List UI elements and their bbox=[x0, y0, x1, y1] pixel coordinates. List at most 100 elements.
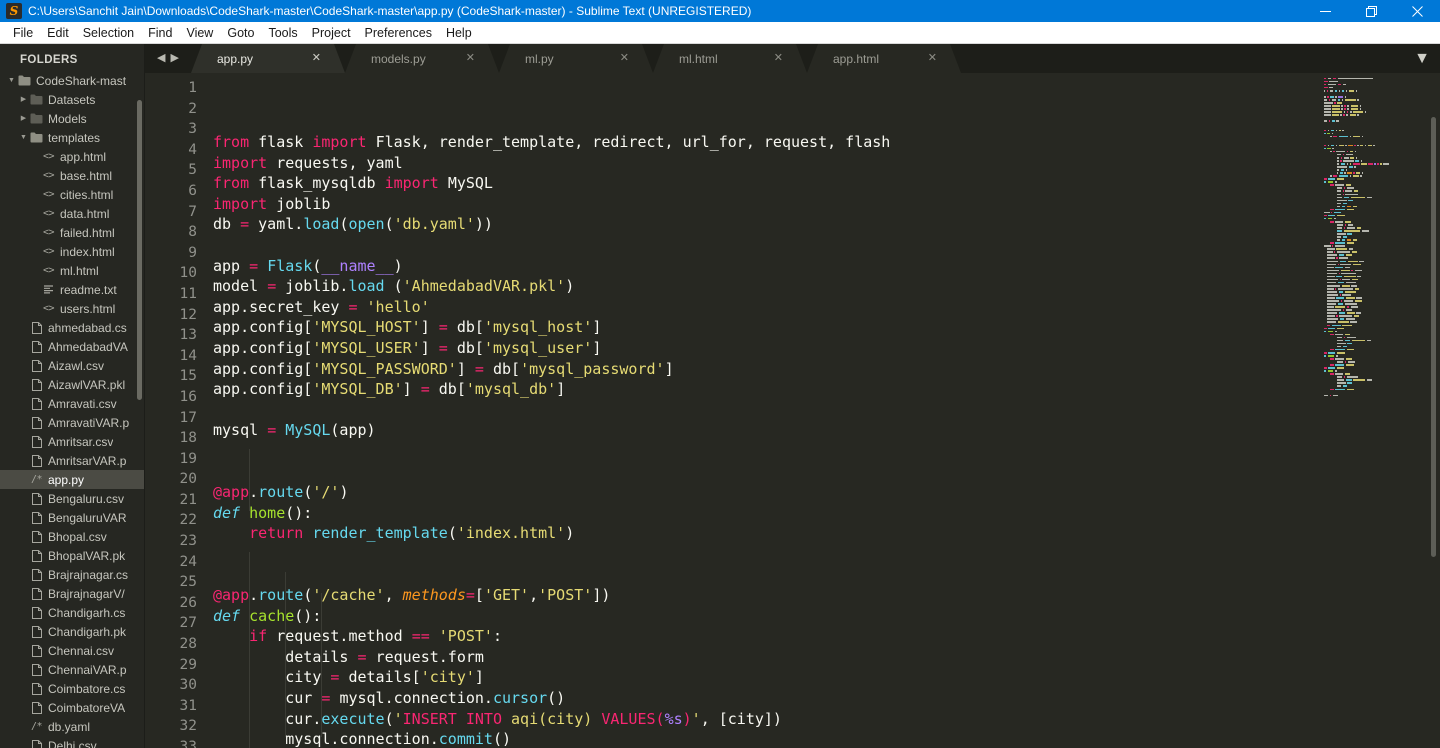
restore-icon[interactable] bbox=[1348, 0, 1394, 22]
sidebar-item-coimbatore-cs[interactable]: Coimbatore.cs bbox=[0, 679, 145, 698]
html-icon: <> bbox=[42, 246, 55, 257]
line-number: 23 bbox=[179, 533, 197, 550]
sidebar-item-index-html[interactable]: <> index.html bbox=[0, 242, 145, 261]
sidebar-scrollbar[interactable] bbox=[137, 100, 142, 400]
minimize-icon[interactable] bbox=[1302, 0, 1348, 22]
sidebar-item-aizawlvar-pkl[interactable]: AizawlVAR.pkl bbox=[0, 375, 145, 394]
sidebar-item-templates[interactable]: ▼ templates bbox=[0, 128, 145, 147]
menu-item-edit[interactable]: Edit bbox=[40, 24, 76, 42]
sidebar-item-chandigarh-cs[interactable]: Chandigarh.cs bbox=[0, 603, 145, 622]
code-line: mysql = MySQL(app) bbox=[213, 421, 376, 440]
sidebar-item-db-yaml[interactable]: /* db.yaml bbox=[0, 717, 145, 736]
menu-item-file[interactable]: File bbox=[6, 24, 40, 42]
code-line: app.secret_key = 'hello' bbox=[213, 297, 430, 316]
sidebar-item-datasets[interactable]: ▶ Datasets bbox=[0, 90, 145, 109]
sidebar-item-amravativar-p[interactable]: AmravatiVAR.p bbox=[0, 413, 145, 432]
sidebar-item-label: Coimbatore.cs bbox=[48, 681, 126, 696]
sidebar-item-coimbatoreva[interactable]: CoimbatoreVA bbox=[0, 698, 145, 717]
sidebar-item-models[interactable]: ▶ Models bbox=[0, 109, 145, 128]
sidebar-item-amritsarvar-p[interactable]: AmritsarVAR.p bbox=[0, 451, 145, 470]
tab-app-py[interactable]: app.py ✕ bbox=[191, 44, 345, 73]
sidebar-item-app-html[interactable]: <> app.html bbox=[0, 147, 145, 166]
sidebar-item-label: ml.html bbox=[60, 263, 99, 278]
line-number: 9 bbox=[188, 244, 197, 261]
file-icon bbox=[29, 606, 44, 619]
sidebar-item-ahmedabadva[interactable]: AhmedabadVA bbox=[0, 337, 145, 356]
tab-navigation[interactable]: ◀ ▶ bbox=[145, 44, 191, 73]
chevron-right-icon[interactable]: ▶ bbox=[171, 53, 179, 64]
sidebar-item-failed-html[interactable]: <> failed.html bbox=[0, 223, 145, 242]
menu-item-tools[interactable]: Tools bbox=[261, 24, 304, 42]
close-icon[interactable]: ✕ bbox=[312, 53, 321, 64]
line-number: 22 bbox=[179, 512, 197, 529]
chevron-down-icon[interactable]: ▼ bbox=[6, 77, 17, 84]
sidebar-item-label: app.html bbox=[60, 149, 107, 164]
menu-item-goto[interactable]: Goto bbox=[220, 24, 261, 42]
sidebar-item-ahmedabad-cs[interactable]: ahmedabad.cs bbox=[0, 318, 145, 337]
chevron-down-icon[interactable]: ▼ bbox=[1404, 44, 1440, 73]
title-bar: S C:\Users\Sanchit Jain\Downloads\CodeSh… bbox=[0, 0, 1440, 22]
sidebar-item-bengaluru-csv[interactable]: Bengaluru.csv bbox=[0, 489, 145, 508]
file-icon bbox=[29, 454, 44, 467]
menu-item-selection[interactable]: Selection bbox=[76, 24, 141, 42]
menu-item-help[interactable]: Help bbox=[439, 24, 479, 42]
sidebar-item-amritsar-csv[interactable]: Amritsar.csv bbox=[0, 432, 145, 451]
minimap[interactable] bbox=[1320, 73, 1440, 748]
tab-app-html[interactable]: app.html ✕ bbox=[807, 44, 961, 73]
sidebar-item-data-html[interactable]: <> data.html bbox=[0, 204, 145, 223]
sidebar-item-readme-txt[interactable]: readme.txt bbox=[0, 280, 145, 299]
sidebar-item-label: users.html bbox=[60, 301, 116, 316]
sidebar-item-brajrajnagarv-[interactable]: BrajrajnagarV/ bbox=[0, 584, 145, 603]
menu-item-find[interactable]: Find bbox=[141, 24, 179, 42]
sidebar-item-amravati-csv[interactable]: Amravati.csv bbox=[0, 394, 145, 413]
menu-item-view[interactable]: View bbox=[179, 24, 220, 42]
sidebar-item-users-html[interactable]: <> users.html bbox=[0, 299, 145, 318]
sidebar-item-bhopal-csv[interactable]: Bhopal.csv bbox=[0, 527, 145, 546]
sidebar-item-app-py[interactable]: /* app.py bbox=[0, 470, 145, 489]
close-icon[interactable]: ✕ bbox=[620, 53, 629, 64]
sidebar-item-ml-html[interactable]: <> ml.html bbox=[0, 261, 145, 280]
close-icon[interactable] bbox=[1394, 0, 1440, 22]
sidebar-item-chennaivar-p[interactable]: ChennaiVAR.p bbox=[0, 660, 145, 679]
sidebar-item-chandigarh-pk[interactable]: Chandigarh.pk bbox=[0, 622, 145, 641]
sidebar-item-label: CodeShark-mast bbox=[36, 73, 127, 88]
editor-pane: ◀ ▶ app.py ✕ models.py ✕ ml.py ✕ ml.html ✕ app.h… bbox=[145, 44, 1440, 748]
chevron-down-icon[interactable]: ▼ bbox=[18, 134, 29, 141]
sidebar-item-codeshark-mast[interactable]: ▼ CodeShark-mast bbox=[0, 71, 145, 90]
line-number: 18 bbox=[179, 430, 197, 447]
menu-item-preferences[interactable]: Preferences bbox=[358, 24, 439, 42]
sidebar-item-bhopalvar-pk[interactable]: BhopalVAR.pk bbox=[0, 546, 145, 565]
minimap-scrollbar[interactable] bbox=[1431, 117, 1436, 557]
sidebar-item-chennai-csv[interactable]: Chennai.csv bbox=[0, 641, 145, 660]
menu-item-project[interactable]: Project bbox=[305, 24, 358, 42]
code-line: app.config['MYSQL_PASSWORD'] = db['mysql… bbox=[213, 359, 674, 378]
sidebar-item-bengaluruvar[interactable]: BengaluruVAR bbox=[0, 508, 145, 527]
close-icon[interactable]: ✕ bbox=[774, 53, 783, 64]
sidebar-item-cities-html[interactable]: <> cities.html bbox=[0, 185, 145, 204]
close-icon[interactable]: ✕ bbox=[928, 53, 937, 64]
tab-models-py[interactable]: models.py ✕ bbox=[345, 44, 499, 73]
chevron-right-icon[interactable]: ▶ bbox=[18, 115, 29, 122]
close-icon[interactable]: ✕ bbox=[466, 53, 475, 64]
code-line: if request.method == 'POST': bbox=[249, 627, 502, 646]
chevron-left-icon[interactable]: ◀ bbox=[157, 53, 165, 64]
tab-ml-html[interactable]: ml.html ✕ bbox=[653, 44, 807, 73]
sidebar-item-label: AmravatiVAR.p bbox=[48, 415, 130, 430]
code-line: @app.route('/cache', methods=['GET','POS… bbox=[213, 586, 611, 605]
sidebar-item-brajrajnagar-cs[interactable]: Brajrajnagar.cs bbox=[0, 565, 145, 584]
tab-ml-py[interactable]: ml.py ✕ bbox=[499, 44, 653, 73]
line-number: 15 bbox=[179, 368, 197, 385]
sidebar-item-delhi-csv[interactable]: Delhi.csv bbox=[0, 736, 145, 748]
chevron-right-icon[interactable]: ▶ bbox=[18, 96, 29, 103]
sidebar-item-base-html[interactable]: <> base.html bbox=[0, 166, 145, 185]
line-number: 14 bbox=[179, 347, 197, 364]
file-icon bbox=[29, 701, 44, 714]
code-content[interactable]: from flask import Flask, render_template… bbox=[207, 73, 1320, 748]
tab-bar: ◀ ▶ app.py ✕ models.py ✕ ml.py ✕ ml.html ✕ app.h… bbox=[145, 44, 1440, 73]
sidebar-item-aizawl-csv[interactable]: Aizawl.csv bbox=[0, 356, 145, 375]
sidebar-item-label: Delhi.csv bbox=[48, 738, 97, 748]
code-line: mysql.connection.commit() bbox=[213, 730, 512, 748]
sidebar-file-tree[interactable]: FOLDERS ▼ CodeShark-mast ▶ Datasets ▶ Models ▼… bbox=[0, 44, 145, 748]
